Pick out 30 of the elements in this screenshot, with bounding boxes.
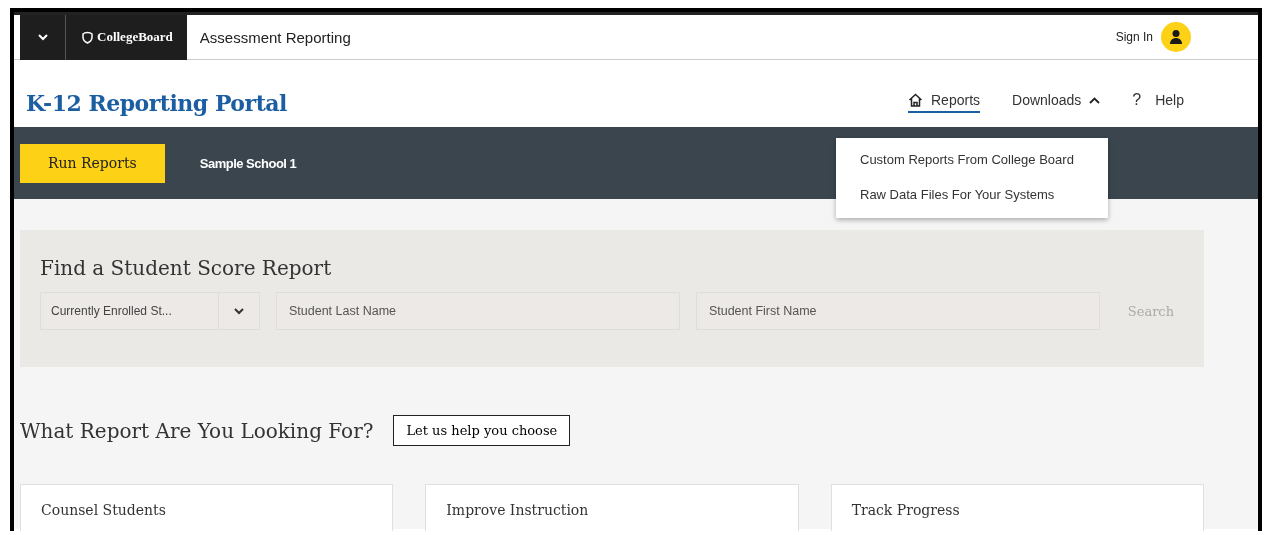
card-title: Counsel Students bbox=[41, 502, 166, 518]
report-card[interactable]: Counsel Students bbox=[20, 484, 394, 531]
search-panel-title: Find a Student Score Report bbox=[40, 256, 333, 280]
user-avatar-icon[interactable] bbox=[1161, 22, 1191, 52]
portal-title: K-12 Reporting Portal bbox=[26, 89, 287, 116]
caret-icon bbox=[1089, 96, 1101, 104]
downloads-nav-link[interactable]: Downloads bbox=[1012, 92, 1101, 113]
card-title: Track Progress bbox=[851, 502, 960, 518]
brand-logo[interactable]: CollegeBoard bbox=[66, 14, 187, 60]
brand-name: CollegeBoard bbox=[97, 29, 173, 45]
card-title: Improve Instruction bbox=[446, 502, 589, 518]
reports-heading: What Report Are You Looking For? bbox=[20, 418, 374, 443]
chevron-down-icon bbox=[37, 33, 48, 41]
school-name: Sample School 1 bbox=[199, 155, 297, 171]
menu-toggle-button[interactable] bbox=[20, 14, 66, 60]
sign-in-link[interactable]: Sign In bbox=[1115, 30, 1153, 44]
reports-nav-link[interactable]: Reports bbox=[908, 92, 981, 113]
chevron-down-icon bbox=[234, 307, 244, 315]
help-nav-link[interactable]: ? Help bbox=[1132, 91, 1184, 114]
menu-item[interactable]: Custom Reports From College Board bbox=[836, 142, 1108, 177]
student-filter-select[interactable]: Currently Enrolled St... bbox=[40, 292, 260, 330]
run-reports-button[interactable]: Run Reports bbox=[20, 143, 165, 183]
last-name-field[interactable]: Student Last Name bbox=[276, 292, 680, 330]
app-title: Assessment Reporting bbox=[199, 28, 351, 46]
report-card[interactable]: Track Progress bbox=[830, 484, 1204, 531]
first-name-field[interactable]: Student First Name bbox=[695, 292, 1100, 330]
report-card[interactable]: Improve Instruction bbox=[425, 484, 799, 531]
help-choose-button[interactable]: Let us help you choose bbox=[393, 415, 571, 446]
menu-item[interactable]: Raw Data Files For Your Systems bbox=[836, 177, 1108, 212]
home-icon bbox=[908, 93, 923, 107]
